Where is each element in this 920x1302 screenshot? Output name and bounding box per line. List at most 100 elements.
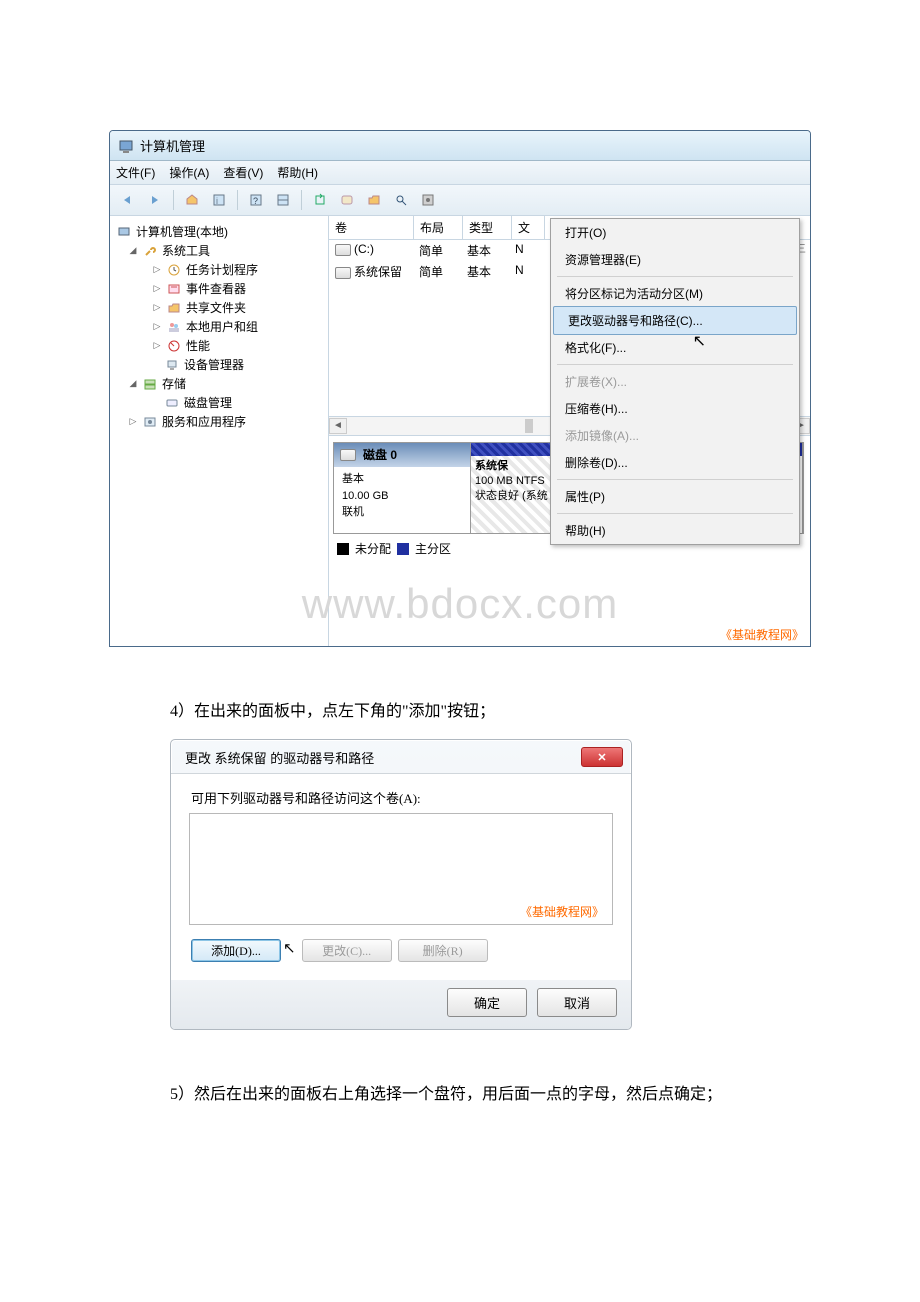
menu-change-drive-letter[interactable]: 更改驱动器号和路径(C)... xyxy=(553,306,797,335)
back-button[interactable] xyxy=(116,188,140,212)
menu-view[interactable]: 查看(V) xyxy=(223,164,263,181)
toolbar-separator xyxy=(301,190,302,210)
col-volume[interactable]: 卷 xyxy=(329,216,414,239)
shared-folder-icon xyxy=(166,300,182,316)
tree-task-scheduler[interactable]: ▷ 任务计划程序 xyxy=(114,260,324,279)
tree-root-label: 计算机管理(本地) xyxy=(136,223,228,240)
expander-icon[interactable]: ▷ xyxy=(152,302,162,313)
tree-storage[interactable]: ◢ 存储 xyxy=(114,374,324,393)
users-icon xyxy=(166,319,182,335)
scroll-thumb[interactable] xyxy=(525,419,533,433)
expander-icon[interactable]: ▷ xyxy=(152,321,162,332)
menu-format[interactable]: 格式化(F)... xyxy=(551,334,799,361)
help-button[interactable]: ? xyxy=(244,188,268,212)
remove-button: 删除(R) xyxy=(398,939,488,962)
vol-type: 基本 xyxy=(461,261,509,282)
legend-swatch-primary xyxy=(397,543,409,555)
title-bar[interactable]: 计算机管理 xyxy=(110,131,810,161)
expander-icon[interactable]: ▷ xyxy=(128,416,138,427)
expander-icon[interactable]: ▷ xyxy=(152,264,162,275)
tree-root[interactable]: 计算机管理(本地) xyxy=(114,222,324,241)
menu-bar: 文件(F) 操作(A) 查看(V) 帮助(H) xyxy=(110,161,810,185)
ok-button[interactable]: 确定 xyxy=(447,988,527,1017)
folder-button[interactable] xyxy=(362,188,386,212)
menu-open[interactable]: 打开(O) xyxy=(551,219,799,246)
properties-button[interactable]: i xyxy=(207,188,231,212)
show-hide-button[interactable] xyxy=(271,188,295,212)
disk-info[interactable]: 磁盘 0 基本 10.00 GB 联机 xyxy=(334,443,471,533)
add-button[interactable]: 添加(D)... xyxy=(191,939,281,962)
menu-help[interactable]: 帮助(H) xyxy=(551,517,799,544)
menu-delete[interactable]: 删除卷(D)... xyxy=(551,449,799,476)
toolbar: i ? xyxy=(110,185,810,216)
refresh-button[interactable] xyxy=(308,188,332,212)
performance-icon xyxy=(166,338,182,354)
search-button[interactable] xyxy=(389,188,413,212)
menu-shrink[interactable]: 压缩卷(H)... xyxy=(551,395,799,422)
app-icon xyxy=(118,138,134,154)
close-button[interactable]: ✕ xyxy=(581,747,623,767)
dialog-button-row: 添加(D)...↖ 更改(C)... 删除(R) xyxy=(191,939,613,962)
paragraph-step5: 5）然后在出来的面板右上角选择一个盘符，用后面一点的字母，然后点确定； xyxy=(170,1080,920,1104)
settings-button[interactable] xyxy=(416,188,440,212)
tree-event-viewer[interactable]: ▷ 事件查看器 xyxy=(114,279,324,298)
dialog-title: 更改 系统保留 的驱动器号和路径 xyxy=(185,748,374,767)
tree-local-users[interactable]: ▷ 本地用户和组 xyxy=(114,317,324,336)
drive-paths-listbox[interactable]: 《基础教程网》 xyxy=(189,813,613,925)
vol-fs: N xyxy=(509,261,541,282)
disk-header: 磁盘 0 xyxy=(334,443,470,467)
tree-services[interactable]: ▷ 服务和应用程序 xyxy=(114,412,324,431)
tree-disk-mgmt[interactable]: 磁盘管理 xyxy=(114,393,324,412)
col-layout[interactable]: 布局 xyxy=(414,216,463,239)
col-fs[interactable]: 文 xyxy=(512,216,545,239)
device-icon xyxy=(164,357,180,373)
forward-button[interactable] xyxy=(143,188,167,212)
tree-device-manager[interactable]: 设备管理器 xyxy=(114,355,324,374)
menu-extend: 扩展卷(X)... xyxy=(551,368,799,395)
menu-help[interactable]: 帮助(H) xyxy=(277,164,318,181)
right-pane: 卷 布局 类型 文 (C:) 简单 基本 N 系统保留 简单 基本 N 储 xyxy=(329,216,810,646)
expander-icon[interactable]: ▷ xyxy=(152,340,162,351)
up-button[interactable] xyxy=(180,188,204,212)
partition-name: 系统保 xyxy=(475,460,508,472)
cursor-icon: ↖ xyxy=(693,331,706,351)
dialog-title-bar[interactable]: 更改 系统保留 的驱动器号和路径 ✕ xyxy=(171,740,631,773)
tools-icon xyxy=(142,243,158,259)
expander-icon[interactable]: ◢ xyxy=(128,378,138,389)
svg-text:i: i xyxy=(216,196,218,206)
expander-icon[interactable]: ◢ xyxy=(128,245,138,256)
menu-mark-active[interactable]: 将分区标记为活动分区(M) xyxy=(551,280,799,307)
menu-file[interactable]: 文件(F) xyxy=(116,164,155,181)
menu-action[interactable]: 操作(A) xyxy=(169,164,209,181)
tutorial-link[interactable]: 《基础教程网》 xyxy=(720,626,804,643)
toolbar-separator xyxy=(237,190,238,210)
window-title: 计算机管理 xyxy=(140,136,205,155)
tree-label: 存储 xyxy=(162,375,186,392)
tree-systools[interactable]: ◢ 系统工具 xyxy=(114,241,324,260)
tree-label: 设备管理器 xyxy=(184,356,244,373)
scroll-button[interactable] xyxy=(335,188,359,212)
disk-icon xyxy=(164,395,180,411)
drive-icon xyxy=(335,267,351,279)
vol-fs: N xyxy=(509,240,541,261)
paragraph-step4: 4）在出来的面板中，点左下角的"添加"按钮； xyxy=(170,697,920,721)
disk-icon xyxy=(340,449,356,461)
expander-icon[interactable]: ▷ xyxy=(152,283,162,294)
tree-performance[interactable]: ▷ 性能 xyxy=(114,336,324,355)
services-icon xyxy=(142,414,158,430)
col-type[interactable]: 类型 xyxy=(463,216,512,239)
tree-pane[interactable]: 计算机管理(本地) ◢ 系统工具 ▷ 任务计划程序 ▷ 事件查看器 ▷ 共享文件… xyxy=(110,216,329,646)
disk-size: 10.00 GB xyxy=(342,488,462,505)
tutorial-link[interactable]: 《基础教程网》 xyxy=(520,903,604,920)
scroll-left-button[interactable]: ◄ xyxy=(329,418,347,434)
menu-properties[interactable]: 属性(P) xyxy=(551,483,799,510)
computer-management-window: 计算机管理 文件(F) 操作(A) 查看(V) 帮助(H) i ? 计算机管理(… xyxy=(109,130,811,647)
tree-shared-folders[interactable]: ▷ 共享文件夹 xyxy=(114,298,324,317)
legend-label: 主分区 xyxy=(415,540,451,557)
disk-type: 基本 xyxy=(342,471,462,488)
disk-name: 磁盘 0 xyxy=(363,446,397,464)
menu-separator xyxy=(557,276,793,277)
context-menu: 打开(O) 资源管理器(E) 将分区标记为活动分区(M) 更改驱动器号和路径(C… xyxy=(550,218,800,545)
menu-explorer[interactable]: 资源管理器(E) xyxy=(551,246,799,273)
cancel-button[interactable]: 取消 xyxy=(537,988,617,1017)
